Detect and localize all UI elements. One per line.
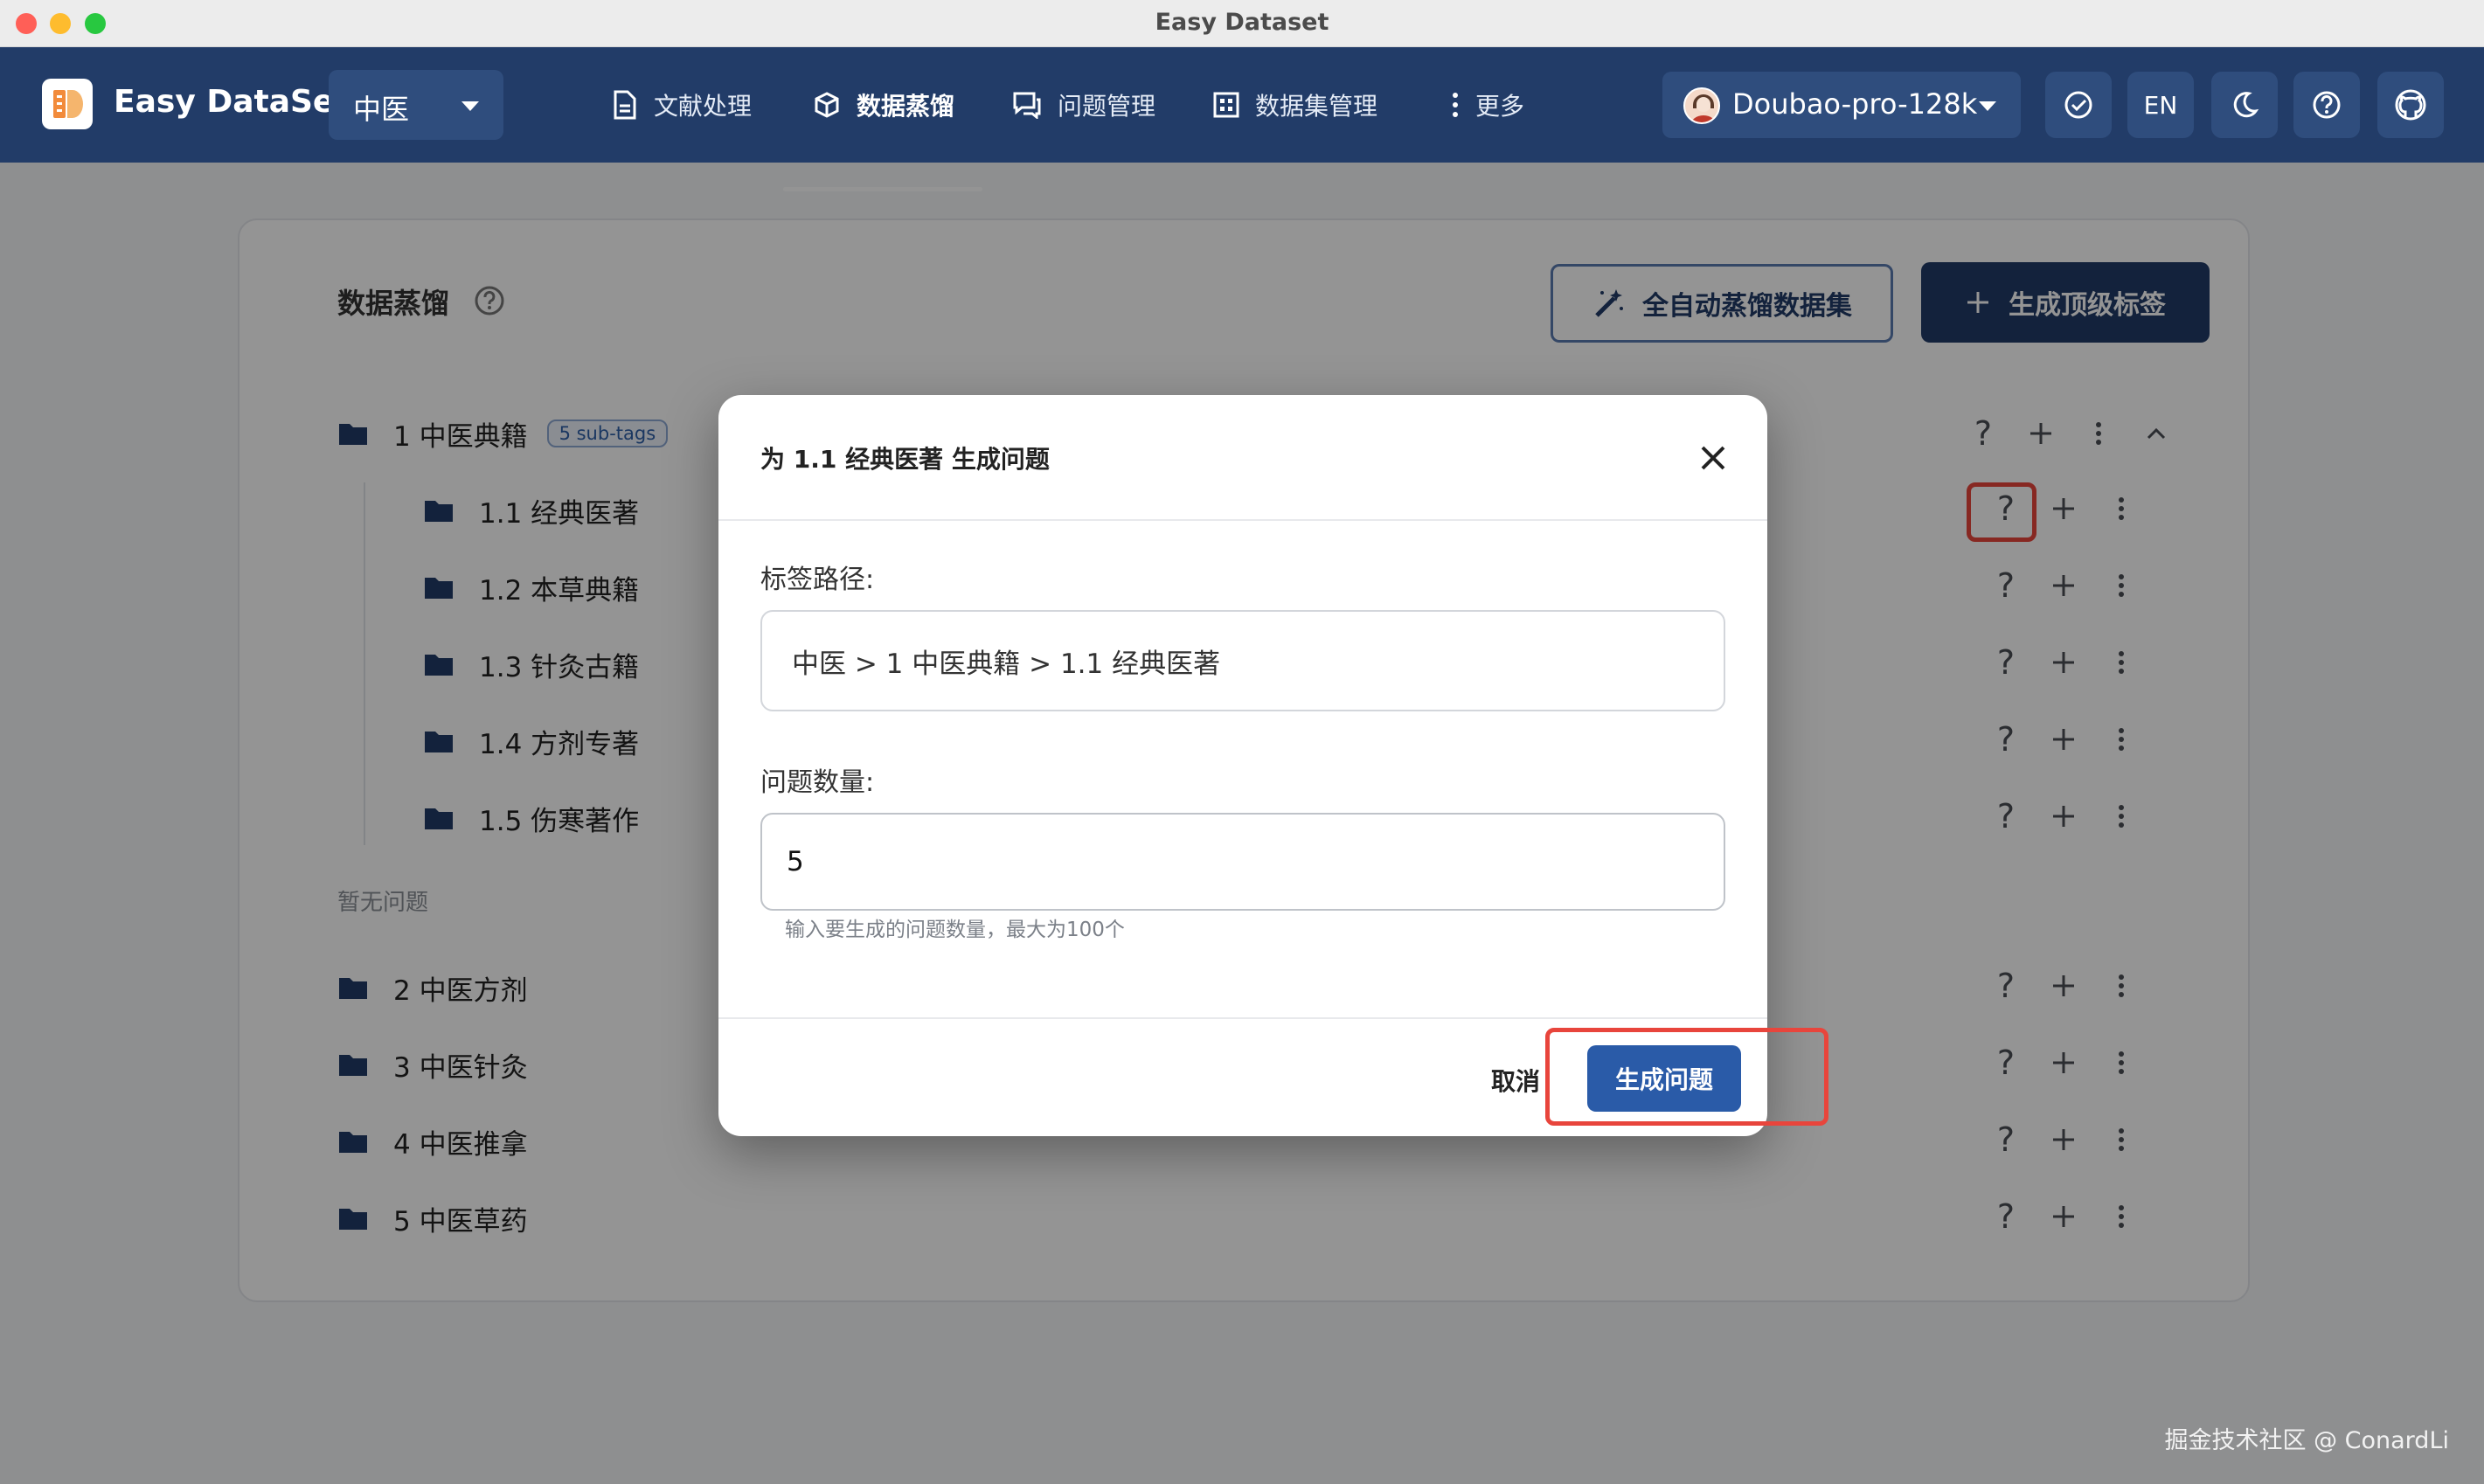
cancel-button[interactable]: 取消 xyxy=(1491,1063,1540,1098)
language-label: EN xyxy=(2143,90,2178,120)
nav-distill[interactable]: 数据蒸馏 xyxy=(813,70,954,140)
nav-literature[interactable]: 文献处理 xyxy=(612,70,752,140)
nav-label: 更多 xyxy=(1475,92,1525,121)
model-select[interactable]: Doubao-pro-128k xyxy=(1662,72,2021,138)
caret-down-icon xyxy=(461,101,479,111)
dialog-divider xyxy=(718,519,1767,521)
chat-icon xyxy=(1013,92,1041,119)
generate-questions-dialog: 为 1.1 经典医著 生成问题 标签路径: 中医 > 1 中医典籍 > 1.1 … xyxy=(718,395,1767,1136)
language-button[interactable]: EN xyxy=(2127,72,2194,138)
model-avatar-icon xyxy=(1683,87,1720,124)
nav-label: 问题管理 xyxy=(1058,92,1156,121)
app-logo[interactable] xyxy=(42,79,93,129)
nav-more[interactable]: 更多 xyxy=(1451,70,1524,140)
dialog-title: 为 1.1 经典医著 生成问题 xyxy=(760,445,1050,474)
nav-datasets[interactable]: 数据集管理 xyxy=(1213,70,1377,140)
nav-questions[interactable]: 问题管理 xyxy=(1012,70,1155,140)
window-titlebar: Easy Dataset xyxy=(0,0,2484,47)
question-count-input[interactable]: 5 xyxy=(760,813,1725,911)
check-circle-icon xyxy=(2064,91,2092,119)
app-header: Easy DataSet 中医 文献处理 数据蒸馏 问题管理 数据集管理 更多 … xyxy=(0,47,2484,191)
question-count-label: 问题数量: xyxy=(760,767,875,798)
moon-icon xyxy=(2233,92,2259,118)
window-title: Easy Dataset xyxy=(1155,9,1329,36)
theme-toggle-button[interactable] xyxy=(2211,72,2278,138)
question-count-hint: 输入要生成的问题数量，最大为100个 xyxy=(785,919,1125,941)
model-select-value: Doubao-pro-128k xyxy=(1732,87,1978,121)
more-vertical-icon xyxy=(1453,93,1458,117)
help-circle-icon xyxy=(2313,91,2341,119)
nav-label: 文献处理 xyxy=(654,92,753,121)
project-select[interactable]: 中医 xyxy=(329,70,503,140)
github-button[interactable] xyxy=(2377,72,2444,138)
help-button[interactable] xyxy=(2293,72,2360,138)
document-icon xyxy=(614,90,636,120)
logo-icon xyxy=(53,90,83,118)
project-select-value: 中医 xyxy=(353,93,410,126)
close-icon[interactable] xyxy=(1694,439,1732,477)
tag-path-field: 中医 > 1 中医典籍 > 1.1 经典医著 xyxy=(760,610,1725,711)
caret-down-icon xyxy=(1979,101,1996,111)
nav-label: 数据蒸馏 xyxy=(857,92,955,121)
nav-label: 数据集管理 xyxy=(1255,92,1378,121)
task-status-button[interactable] xyxy=(2045,72,2112,138)
github-icon xyxy=(2395,89,2426,121)
brand-name: Easy DataSet xyxy=(114,84,350,120)
highlight-annotation xyxy=(1545,1028,1828,1126)
watermark-text: 掘金技术社区 @ ConardLi xyxy=(2164,1427,2449,1454)
tag-path-label: 标签路径: xyxy=(760,565,875,595)
dialog-divider xyxy=(718,1017,1767,1019)
cube-icon xyxy=(815,92,839,118)
grid-icon xyxy=(1213,92,1239,118)
